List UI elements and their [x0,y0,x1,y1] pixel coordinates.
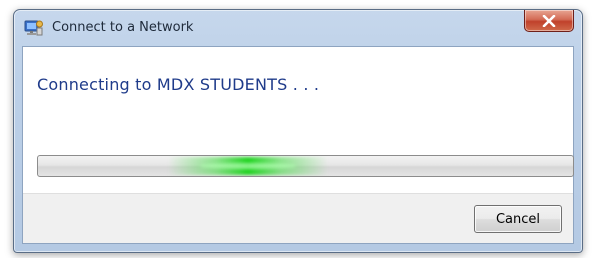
dialog-window: Connect to a Network Connecting to MDX S… [13,9,583,253]
connection-progress-bar [37,155,574,177]
close-button[interactable] [524,10,574,32]
window-title: Connect to a Network [52,20,194,35]
dialog-content: Connecting to MDX STUDENTS . . . Cancel [22,46,574,244]
dialog-footer: Cancel [23,193,573,243]
connecting-heading: Connecting to MDX STUDENTS . . . [37,75,320,94]
close-icon [542,14,556,27]
network-icon [24,19,44,37]
progress-glow [168,157,328,175]
title-bar[interactable]: Connect to a Network [14,10,582,46]
cancel-button[interactable]: Cancel [474,205,562,233]
